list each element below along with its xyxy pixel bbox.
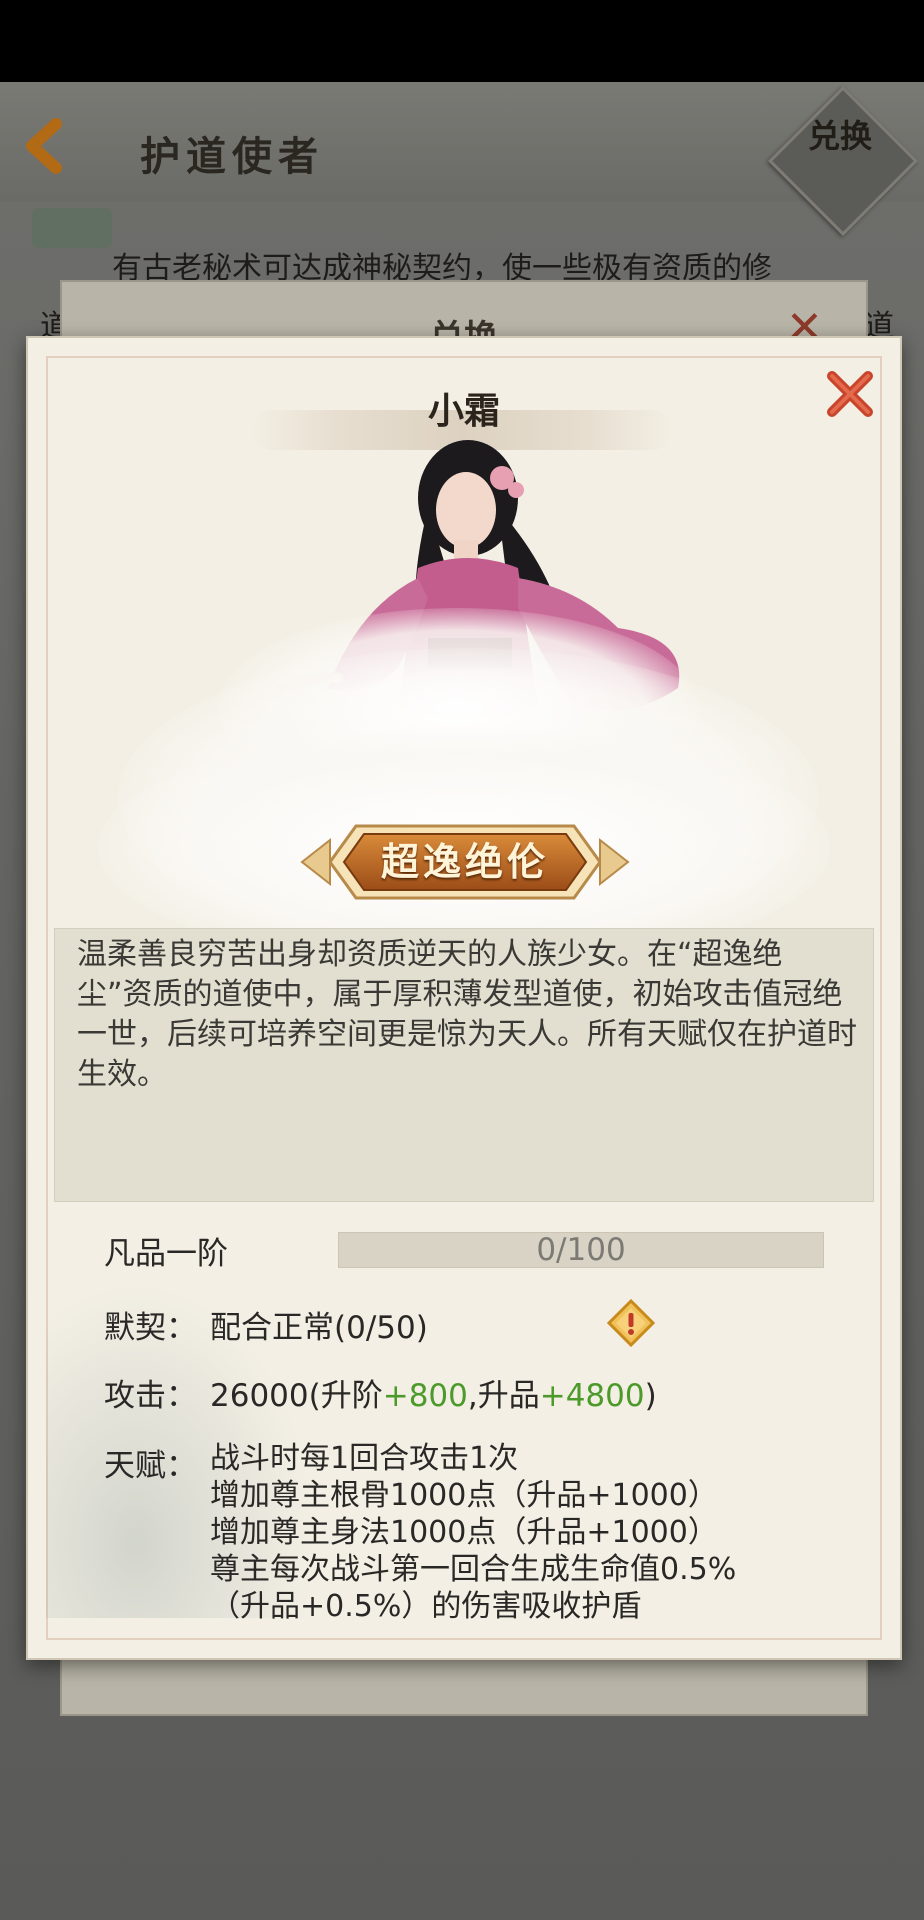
attack-end: ) [644, 1378, 657, 1414]
close-icon[interactable] [818, 362, 882, 426]
attack-grade-bonus: +4800 [539, 1378, 645, 1414]
talent-list: 战斗时每1回合攻击1次 增加尊主根骨1000点（升品+1000） 增加尊主身法1… [210, 1440, 830, 1625]
back-arrow-icon[interactable] [22, 118, 70, 174]
talent-line: 增加尊主根骨1000点（升品+1000） [210, 1478, 718, 1513]
warning-icon[interactable] [606, 1298, 656, 1348]
rank-label: 超逸绝伦 [380, 839, 549, 884]
page-title: 护道使者 [140, 133, 324, 180]
attack-label: 攻击： [104, 1378, 197, 1414]
redeem-label: 兑换 [807, 117, 872, 155]
character-description: 温柔善良穷苦出身却资质逆天的人族少女。在“超逸绝尘”资质的道使中，属于厚积薄发型… [77, 937, 857, 1092]
character-detail-panel: 小霜 超逸绝伦 温柔善良穷苦出身却资质逆天的人族少女。在“超逸绝尘”资质的道使中… [26, 336, 902, 1660]
redeem-button[interactable]: 兑换 [790, 118, 890, 198]
attack-mid: ,升品 [467, 1378, 540, 1414]
attack-stage-bonus: +800 [382, 1378, 468, 1414]
talent-label: 天赋： [104, 1448, 197, 1484]
grade-progress-bar: 0/100 [338, 1232, 824, 1268]
bond-value: 配合正常(0/50) [210, 1310, 428, 1346]
attack-value: 26000(升阶+800,升品+4800) [210, 1370, 657, 1415]
attack-base: 26000(升阶 [210, 1378, 383, 1414]
character-name: 小霜 [427, 390, 500, 432]
description-box: 温柔善良穷苦出身却资质逆天的人族少女。在“超逸绝尘”资质的道使中，属于厚积薄发型… [54, 928, 874, 1202]
grade-progress-text: 0/100 [536, 1232, 626, 1268]
grade-label: 凡品一阶 [104, 1236, 228, 1272]
status-bar [0, 0, 924, 82]
bond-label: 默契： [104, 1310, 197, 1346]
talent-line: 尊主每次战斗第一回合生成生命值0.5% [210, 1552, 737, 1587]
talent-line: 战斗时每1回合攻击1次 [210, 1441, 519, 1476]
talent-line: 增加尊主身法1000点（升品+1000） [210, 1515, 718, 1550]
talent-line: （升品+0.5%）的伤害吸收护盾 [210, 1589, 642, 1624]
